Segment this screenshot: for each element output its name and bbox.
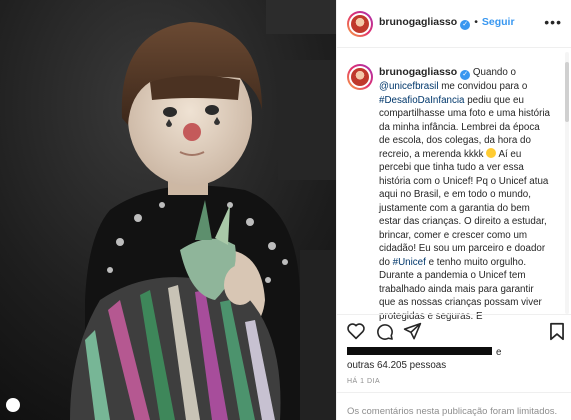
more-options-icon[interactable]: ••• bbox=[544, 14, 562, 30]
hashtag-link[interactable]: #DesafioDaInfancia bbox=[379, 95, 465, 106]
comments-limited-notice: Os comentários nesta publicação foram li… bbox=[337, 392, 571, 420]
caption-avatar[interactable] bbox=[347, 64, 373, 90]
child-photo bbox=[0, 0, 336, 420]
caption-text-4: Aí eu percebi que tinha tudo a ver essa … bbox=[379, 148, 549, 268]
hashtag-link-unicef[interactable]: #Unicef bbox=[393, 257, 426, 268]
likes-connector: e bbox=[496, 347, 502, 358]
photo-counter-icon bbox=[6, 398, 20, 412]
comment-icon[interactable] bbox=[375, 322, 394, 341]
likes-number: 64.205 bbox=[376, 360, 407, 371]
post-panel: brunogagliasso ✓ • Seguir ••• brunogagliass… bbox=[336, 0, 571, 420]
action-bar bbox=[337, 314, 571, 346]
follow-button[interactable]: Seguir bbox=[482, 16, 515, 28]
heart-icon[interactable] bbox=[346, 322, 366, 340]
verified-badge-icon: ✓ bbox=[460, 70, 471, 80]
verified-badge-icon: ✓ bbox=[460, 20, 471, 30]
post-photo[interactable] bbox=[0, 0, 336, 420]
caption-text-1: Quando o bbox=[472, 67, 516, 78]
mention-link[interactable]: @unicefbrasil bbox=[379, 81, 439, 92]
likes-count[interactable]: outras 64.205 pessoas bbox=[347, 360, 446, 371]
redacted-usernames bbox=[347, 347, 492, 355]
avatar[interactable] bbox=[347, 11, 373, 37]
post-caption: brunogagliasso ✓ Quando o @unicefbrasil m… bbox=[379, 66, 551, 323]
share-icon[interactable] bbox=[403, 322, 422, 341]
caption-text-2: me convidou para o bbox=[438, 81, 528, 92]
bookmark-icon[interactable] bbox=[549, 322, 565, 341]
post-timestamp[interactable]: HÁ 1 DIA bbox=[347, 378, 380, 385]
scrollbar[interactable] bbox=[565, 52, 569, 314]
laughing-emoji-icon bbox=[486, 147, 497, 158]
caption-username[interactable]: brunogagliasso bbox=[379, 66, 457, 78]
likes-unit: pessoas bbox=[406, 360, 447, 371]
separator-dot: • bbox=[474, 16, 478, 28]
post-header: brunogagliasso ✓ • Seguir ••• bbox=[337, 0, 571, 48]
header-user: brunogagliasso ✓ • Seguir bbox=[379, 16, 515, 30]
likes-line: e bbox=[347, 347, 501, 358]
username-link[interactable]: brunogagliasso bbox=[379, 16, 457, 28]
likes-prefix: outras bbox=[347, 360, 377, 371]
